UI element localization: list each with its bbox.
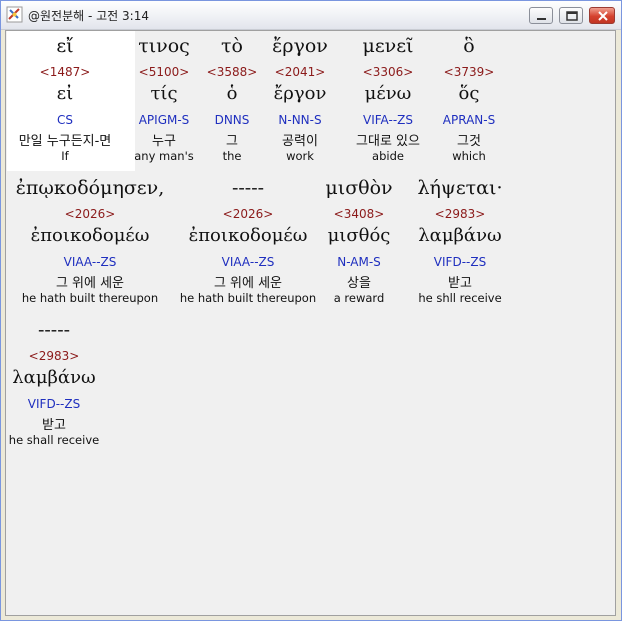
korean-translation: 그대로 있으 — [356, 134, 420, 149]
english-translation: which — [452, 149, 486, 163]
strong-number: <5100> — [138, 65, 190, 79]
korean-translation: 만일 누구든지-면 — [18, 134, 112, 149]
morphology-code: APIGM-S — [138, 113, 190, 127]
minimize-icon — [537, 18, 546, 20]
strong-number: <1487> — [39, 65, 91, 79]
morphology-code: N-AM-S — [337, 255, 381, 269]
lemma: λαμβάνω — [12, 367, 96, 388]
lemma: τίς — [150, 83, 178, 104]
strong-number: <3588> — [206, 65, 258, 79]
korean-translation: 받고 — [42, 418, 66, 433]
morphology-code: N-NN-S — [278, 113, 322, 127]
greek-word: ----- — [231, 177, 265, 199]
word-cell[interactable]: ὃ <3739> ὅς APRAN-S 그것 which — [434, 31, 504, 171]
greek-word: λήψεται· — [417, 177, 503, 199]
english-translation: he shall receive — [8, 433, 100, 447]
strong-number: <3739> — [443, 65, 495, 79]
korean-translation: 그것 — [457, 134, 481, 149]
greek-word: ἐπῳκοδόμησεν, — [15, 177, 165, 199]
lemma: εἰ — [56, 83, 74, 104]
korean-translation: 그 — [226, 134, 238, 149]
word-cell[interactable]: εἴ <1487> εἰ CS 만일 누구든지-면 If — [6, 31, 124, 171]
greek-word: ----- — [37, 319, 71, 341]
close-icon — [598, 11, 608, 21]
english-translation: the — [222, 149, 242, 163]
word-cell[interactable]: ἐπῳκοδόμησεν, <2026> ἐποικοδομέω VIAA--Z… — [10, 173, 170, 313]
lemma: ὅς — [458, 83, 480, 104]
strong-number: <2041> — [274, 65, 326, 79]
english-translation: he hath built thereupon — [21, 291, 159, 305]
lemma: ἐποικοδομέω — [188, 225, 308, 246]
word-cell[interactable]: ἔργον <2041> ἔργον N-NN-S 공력이 work — [262, 31, 338, 171]
strong-number: <3306> — [362, 65, 414, 79]
interlinear-content: εἴ <1487> εἰ CS 만일 누구든지-면 If τινος <5100… — [5, 30, 616, 616]
korean-translation: 그 위에 세운 — [55, 276, 125, 291]
strong-number: <2983> — [434, 207, 486, 221]
morphology-code: VIFD--ZS — [433, 255, 487, 269]
english-translation: any man's — [134, 149, 194, 163]
morphology-code: VIAA--ZS — [221, 255, 275, 269]
morphology-code: VIFA--ZS — [363, 113, 413, 127]
morphology-code: CS — [57, 113, 73, 127]
word-cell[interactable]: ----- <2026> ἐποικοδομέω VIAA--ZS 그 위에 세… — [172, 173, 324, 313]
morphology-code: DNNS — [214, 113, 250, 127]
word-cell[interactable]: τινος <5100> τίς APIGM-S 누구 any man's — [132, 31, 196, 171]
greek-word: ἔργον — [272, 35, 328, 57]
greek-word: τινος — [138, 35, 190, 57]
app-window: @원전분해 - 고전 3:14 εἴ <1487> εἰ CS 만일 누구든지-… — [0, 0, 622, 621]
lemma: ὁ — [226, 83, 238, 104]
strong-number: <2026> — [64, 207, 116, 221]
greek-word: μισθὸν — [325, 177, 393, 199]
english-translation: If — [61, 149, 69, 163]
korean-translation: 공력이 — [282, 134, 318, 149]
strong-number: <2983> — [28, 349, 80, 363]
korean-translation: 받고 — [448, 276, 472, 291]
word-cell[interactable]: λήψεται· <2983> λαμβάνω VIFD--ZS 받고 he s… — [408, 173, 512, 313]
english-translation: abide — [372, 149, 404, 163]
word-cell[interactable]: μενεῖ <3306> μένω VIFA--ZS 그대로 있으 abide — [340, 31, 436, 171]
korean-translation: 누구 — [152, 134, 176, 149]
korean-translation: 상을 — [347, 276, 371, 291]
korean-translation: 그 위에 세운 — [213, 276, 283, 291]
maximize-button[interactable] — [559, 7, 583, 24]
english-translation: he hath built thereupon — [179, 291, 317, 305]
minimize-button[interactable] — [529, 7, 553, 24]
lemma: μισθός — [327, 225, 391, 246]
word-cell[interactable]: ----- <2983> λαμβάνω VIFD--ZS 받고 he shal… — [6, 315, 102, 455]
maximize-icon — [566, 11, 578, 21]
lemma: μένω — [364, 83, 412, 104]
greek-word: τὸ — [221, 35, 243, 57]
greek-word: εἴ — [56, 35, 74, 57]
close-button[interactable] — [589, 7, 615, 24]
morphology-code: VIAA--ZS — [63, 255, 117, 269]
english-translation: he shll receive — [418, 291, 502, 305]
strong-number: <2026> — [222, 207, 274, 221]
strong-number: <3408> — [333, 207, 385, 221]
lemma: ἐποικοδομέω — [30, 225, 150, 246]
english-translation: a reward — [333, 291, 385, 305]
morphology-code: APRAN-S — [442, 113, 496, 127]
greek-word: ὃ — [463, 35, 475, 57]
lemma: ἔργον — [273, 83, 327, 104]
word-cell[interactable]: μισθὸν <3408> μισθός N-AM-S 상을 a reward — [322, 173, 396, 313]
greek-word: μενεῖ — [362, 35, 414, 57]
app-logo-icon — [6, 6, 23, 23]
window-title: @원전분해 - 고전 3:14 — [28, 9, 149, 23]
lemma: λαμβάνω — [418, 225, 502, 246]
word-cell[interactable]: τὸ <3588> ὁ DNNS 그 the — [204, 31, 260, 171]
title-bar[interactable]: @원전분해 - 고전 3:14 — [1, 1, 621, 30]
english-translation: work — [286, 149, 314, 163]
morphology-code: VIFD--ZS — [27, 397, 81, 411]
